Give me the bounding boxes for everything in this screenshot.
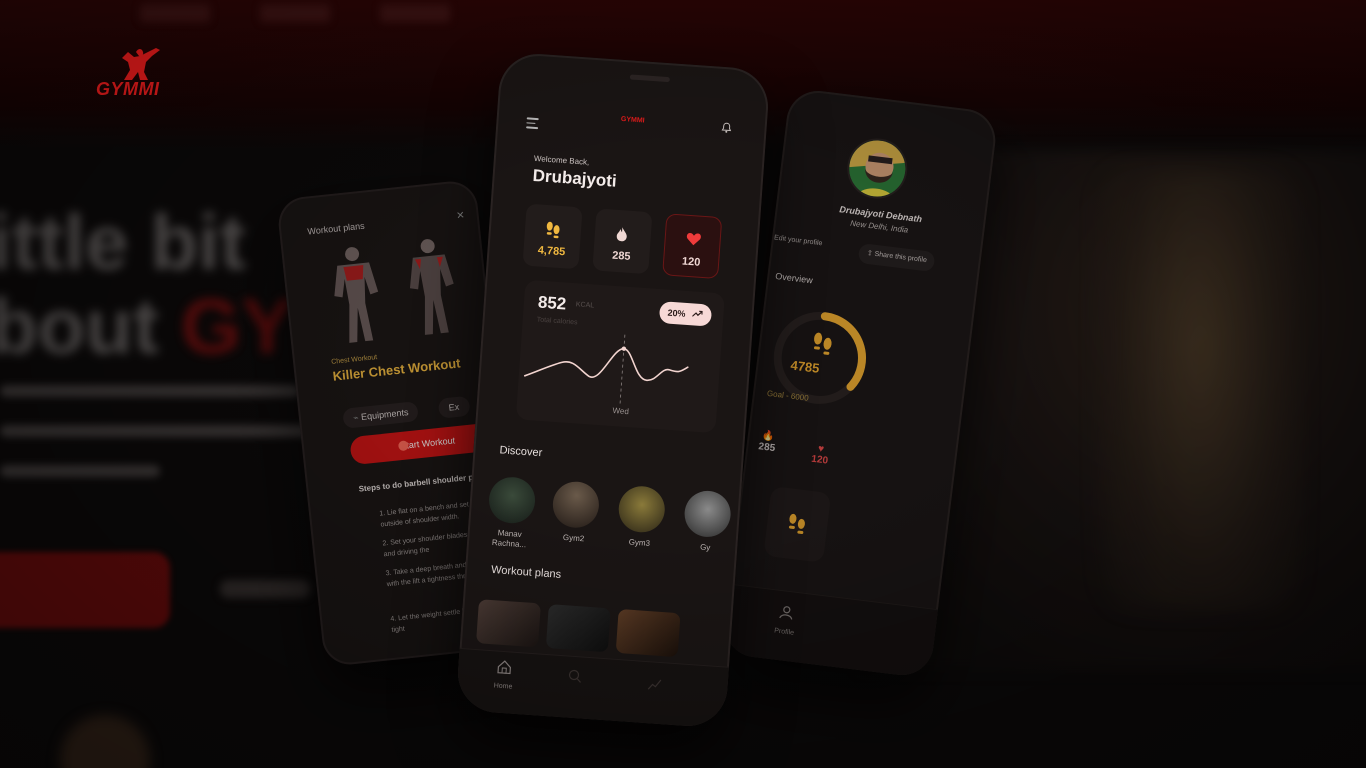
app-logo: GYMMI [620,115,645,125]
workout-plan-card[interactable] [615,608,681,658]
close-icon[interactable]: ✕ [456,210,465,222]
discover-item-label: Gym3 [628,537,651,548]
heart-stat-card[interactable]: 120 [662,213,723,280]
search-icon[interactable] [567,669,582,684]
overview-title: Overview [774,270,814,286]
discover-item-label: Gym2 [562,532,585,544]
bodybuilder-logo-icon [122,48,160,80]
background-secondary-link [220,580,310,598]
background-cta-button [0,552,170,628]
calories-stat: 🔥 285 [758,430,777,454]
calories-chart-card[interactable]: 852 KCAL Total calories 20% Wed [515,279,725,434]
chart-day-label: Wed [612,406,630,417]
exercises-label: Ex [448,401,460,413]
menu-icon[interactable] [526,117,539,131]
background-photo-figure [1100,170,1300,610]
gym-thumbnail [617,484,667,534]
brand-logo[interactable]: GYMMI [96,46,170,100]
nav-home-label: Home [493,682,513,691]
steps-card[interactable] [763,486,832,563]
workout-plan-card[interactable] [476,599,541,648]
discover-item-label: Manav Rachna... [491,528,527,550]
logo-wordmark: GYMMI [96,79,160,99]
phone-dashboard: GYMMI Welcome Back, Drubajyoti 4,785 285… [455,51,771,729]
calories-value: 285 [611,249,631,263]
discover-item-label: Gy [699,542,711,553]
gym-thumbnail [683,489,733,539]
user-icon [779,606,793,620]
front-body-icon [334,247,379,343]
share-profile-button[interactable]: ⇪ Share this profile [857,242,936,273]
discover-item[interactable]: Gym3 [613,484,669,550]
welcome-text: Welcome Back, [533,153,590,167]
discover-item[interactable]: Manav Rachna... [483,475,540,550]
steps-title: Steps to do barbell shoulder p [358,472,474,494]
nav-profile[interactable]: Profile [766,604,805,638]
exercises-chip[interactable]: Ex [437,395,471,419]
back-body-icon [409,239,454,335]
screen-title: Workout plans [306,220,366,237]
chart-icon[interactable] [647,676,662,691]
footsteps-icon [813,332,832,355]
workout-plans-title: Workout plans [490,563,562,581]
background-paragraph [0,385,310,505]
equipments-chip[interactable]: ⌁ Equipments [342,401,420,429]
user-portrait-icon [845,137,911,202]
start-workout-label: Start Workout [399,435,456,452]
calories-stat-card[interactable]: 285 [592,208,653,275]
background-hero-text: ittle bit bout GY [0,198,294,370]
gym-thumbnail [551,480,601,530]
avatar[interactable] [843,135,911,202]
workout-plan-card[interactable] [545,604,611,653]
heart-value: 120 [810,453,829,467]
calories-value: 285 [757,441,776,455]
footsteps-icon [788,513,805,535]
steps-value: 4,785 [537,244,566,259]
bell-icon[interactable] [720,121,733,134]
background-avatar [60,715,150,768]
heart-icon [686,232,701,246]
nav-home[interactable]: Home [483,659,525,692]
discover-title: Discover [499,444,543,460]
phone-notch [629,74,670,83]
user-name: Drubajyoti [532,165,618,191]
heart-stat: ♥ 120 [810,443,830,467]
muscle-figures [321,233,467,347]
gym-thumbnail [487,475,537,525]
flame-icon [616,227,627,242]
discover-item[interactable]: Gym2 [547,480,603,545]
share-profile-label: Share this profile [874,250,928,265]
footsteps-icon [546,221,560,239]
home-icon [497,660,512,675]
steps-stat-card[interactable]: 4,785 [522,203,583,270]
heart-value: 120 [681,255,701,269]
equipments-label: Equipments [360,407,409,423]
discover-item[interactable]: Gy [679,489,735,554]
edit-profile-link[interactable]: Edit your profile [774,234,823,247]
nav-profile-label: Profile [773,627,795,637]
background-nav [140,4,450,22]
steps-progress-ring [773,311,866,404]
